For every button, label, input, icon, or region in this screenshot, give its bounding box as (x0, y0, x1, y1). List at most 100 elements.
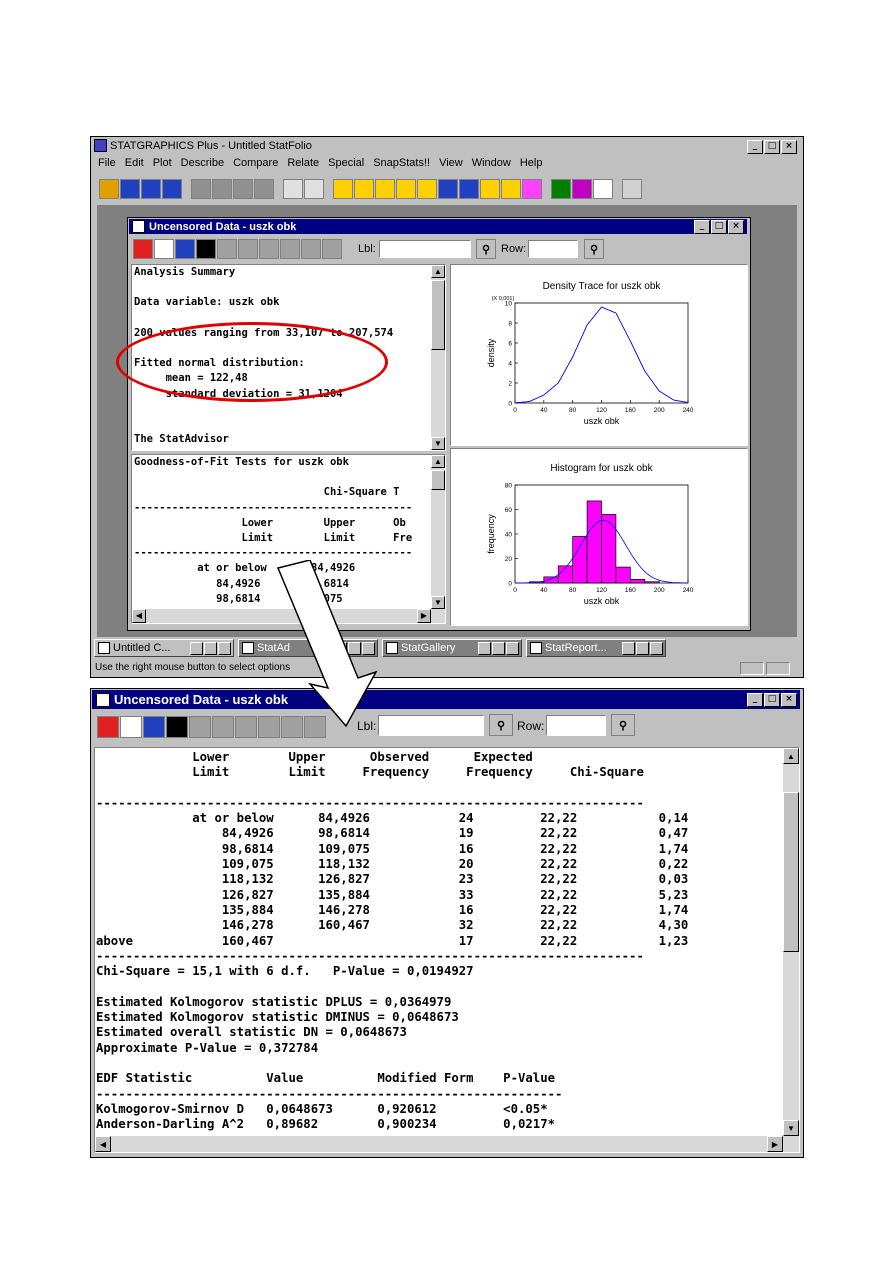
binoculars-icon[interactable]: ⚲ (476, 239, 496, 259)
toolbar-button-icon[interactable] (417, 179, 437, 199)
toolbar-button-icon[interactable] (522, 179, 542, 199)
enlarged-close-button[interactable]: × (781, 693, 797, 707)
results-hscroll-left-icon[interactable]: ◀ (95, 1136, 111, 1152)
toolbar-button-icon[interactable] (238, 239, 258, 259)
toolbar-button-icon[interactable] (235, 716, 257, 738)
minimized-window[interactable]: Untitled C... (94, 639, 234, 657)
histogram-bar (644, 581, 660, 584)
toolbar-button-icon[interactable] (212, 179, 232, 199)
toolbar-button-icon[interactable] (166, 716, 188, 738)
row-binoculars-icon[interactable]: ⚲ (584, 239, 604, 259)
toolbar-button-icon[interactable] (120, 716, 142, 738)
menu-item-edit[interactable]: Edit (125, 157, 144, 171)
inner-titlebar[interactable]: Uncensored Data - uszk obk _ □ × (129, 219, 747, 234)
scroll-thumb[interactable] (431, 280, 445, 350)
enlarged-row-input[interactable] (546, 715, 606, 736)
menu-item-compare[interactable]: Compare (233, 157, 278, 171)
inner-maximize-button[interactable]: □ (711, 220, 727, 234)
toolbar-button-icon[interactable] (396, 179, 416, 199)
toolbar-button-icon[interactable] (162, 179, 182, 199)
toolbar-button-icon[interactable] (120, 179, 140, 199)
minimized-window-buttons[interactable] (478, 641, 519, 655)
toolbar-button-icon[interactable] (280, 239, 300, 259)
results-scroll-thumb[interactable] (783, 792, 799, 952)
gof-scroll-down-icon[interactable]: ▼ (431, 596, 445, 609)
inner-close-button[interactable]: × (728, 220, 744, 234)
toolbar-button-icon[interactable] (304, 179, 324, 199)
gof-scrollbar[interactable]: ▲ ▼ (431, 455, 445, 609)
toolbar-button-icon[interactable] (322, 239, 342, 259)
scroll-down-icon[interactable]: ▼ (431, 437, 445, 450)
toolbar-button-icon[interactable] (143, 716, 165, 738)
menu-item-window[interactable]: Window (472, 157, 511, 171)
enlarged-binoculars-icon[interactable]: ⚲ (489, 714, 513, 736)
row-input[interactable] (528, 240, 578, 258)
enlarged-minimize-button[interactable]: _ (747, 693, 763, 707)
enlarged-row-binoculars-icon[interactable]: ⚲ (611, 714, 635, 736)
results-hscrollbar[interactable]: ◀ ▶ (95, 1136, 799, 1152)
minimize-button[interactable]: _ (747, 140, 763, 154)
results-scroll-up-icon[interactable]: ▲ (783, 748, 799, 764)
toolbar-button-icon[interactable] (501, 179, 521, 199)
x-tick-label: 40 (540, 407, 548, 414)
scroll-up-icon[interactable]: ▲ (431, 265, 445, 278)
inner-minimize-button[interactable]: _ (694, 220, 710, 234)
toolbar-button-icon[interactable] (133, 239, 153, 259)
hscroll-left-icon[interactable]: ◀ (132, 609, 146, 623)
toolbar-button-icon[interactable] (233, 179, 253, 199)
toolbar-button-icon[interactable] (459, 179, 479, 199)
toolbar-button-icon[interactable] (354, 179, 374, 199)
toolbar-button-icon[interactable] (438, 179, 458, 199)
toolbar-button-icon[interactable] (572, 179, 592, 199)
toolbar-button-icon[interactable] (175, 239, 195, 259)
minimized-window-buttons[interactable] (190, 641, 231, 655)
toolbar-button-icon[interactable] (283, 179, 303, 199)
enlarged-lbl-input[interactable] (378, 715, 484, 736)
menu-item-file[interactable]: File (98, 157, 116, 171)
toolbar-button-icon[interactable] (189, 716, 211, 738)
menu-item-snapstats[interactable]: SnapStats!! (373, 157, 430, 171)
app-titlebar[interactable]: STATGRAPHICS Plus - Untitled StatFolio _… (92, 138, 800, 154)
enlarged-window: Uncensored Data - uszk obk _ □ × Lbl: ⚲ … (90, 688, 804, 1158)
close-button[interactable]: × (781, 140, 797, 154)
menu-item-describe[interactable]: Describe (181, 157, 224, 171)
gof-scroll-thumb[interactable] (431, 470, 445, 490)
density-pane: Density Trace for uszk obk 0 40 80 120 160 200… (450, 264, 748, 446)
menu-item-plot[interactable]: Plot (153, 157, 172, 171)
results-hscroll-right-icon[interactable]: ▶ (767, 1136, 783, 1152)
toolbar-button-icon[interactable] (259, 239, 279, 259)
minimized-window[interactable]: StatReport... (526, 639, 666, 657)
menu-item-relate[interactable]: Relate (287, 157, 319, 171)
toolbar-button-icon[interactable] (191, 179, 211, 199)
lbl-input[interactable] (379, 240, 471, 258)
toolbar-button-icon[interactable] (480, 179, 500, 199)
toolbar-button-icon[interactable] (551, 179, 571, 199)
toolbar-button-icon[interactable] (97, 716, 119, 738)
menu-item-help[interactable]: Help (520, 157, 543, 171)
minimized-window-buttons[interactable] (622, 641, 663, 655)
toolbar-button-icon[interactable] (375, 179, 395, 199)
toolbar-button-icon[interactable] (301, 239, 321, 259)
menu-item-special[interactable]: Special (328, 157, 364, 171)
minimized-window[interactable]: StatGallery (382, 639, 522, 657)
hscroll-right-icon[interactable]: ▶ (417, 609, 431, 623)
gof-scroll-up-icon[interactable]: ▲ (431, 455, 445, 468)
toolbar-button-icon[interactable] (333, 179, 353, 199)
toolbar-button-icon[interactable] (196, 239, 216, 259)
summary-scrollbar[interactable]: ▲ ▼ (431, 265, 445, 450)
toolbar-button-icon[interactable] (99, 179, 119, 199)
toolbar-button-icon[interactable] (154, 239, 174, 259)
window-icon (98, 642, 110, 654)
maximize-button[interactable]: □ (764, 140, 780, 154)
toolbar-button-icon[interactable] (212, 716, 234, 738)
toolbar-button-icon[interactable] (141, 179, 161, 199)
results-scroll-down-icon[interactable]: ▼ (783, 1120, 799, 1136)
menu-item-view[interactable]: View (439, 157, 463, 171)
results-scrollbar[interactable]: ▲ ▼ (783, 748, 799, 1136)
enlarged-maximize-button[interactable]: □ (764, 693, 780, 707)
toolbar-button-icon[interactable] (622, 179, 642, 199)
toolbar-button-icon[interactable] (254, 179, 274, 199)
enlarged-titlebar[interactable]: Uncensored Data - uszk obk _ □ × (92, 690, 800, 709)
toolbar-button-icon[interactable] (593, 179, 613, 199)
toolbar-button-icon[interactable] (217, 239, 237, 259)
